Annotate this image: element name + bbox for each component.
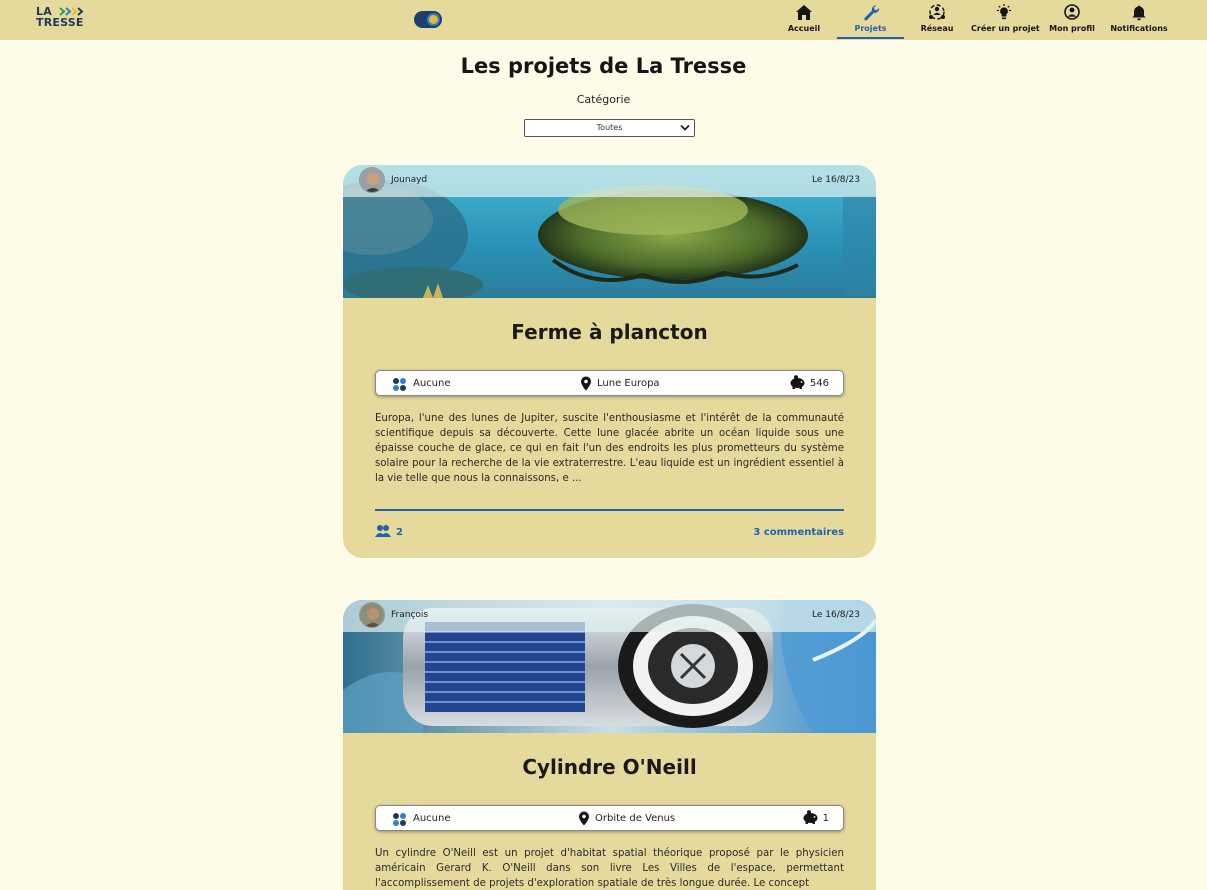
la-tresse-logo[interactable]: LA TRESSE (36, 6, 92, 30)
nav-label: Réseau (920, 24, 954, 33)
project-title[interactable]: Ferme à plancton (343, 320, 876, 344)
members-count: 2 (396, 527, 403, 538)
location-value: Orbite de Venus (595, 813, 676, 824)
home-icon (796, 5, 812, 20)
comments-link[interactable]: 3 commentaires (753, 527, 844, 538)
project-members[interactable]: 2 (375, 525, 403, 538)
piggy-bank-icon (803, 809, 818, 824)
category-dots-icon (393, 378, 406, 391)
nav-label: Créer un projet (971, 24, 1040, 33)
lightbulb-icon (997, 4, 1011, 20)
project-title[interactable]: Cylindre O'Neill (343, 755, 876, 779)
card-header: François Le 16/8/23 (343, 600, 876, 632)
network-icon (929, 4, 945, 20)
chevron-down-icon (680, 124, 690, 131)
author-name[interactable]: Jounayd (391, 175, 427, 185)
nav-projets[interactable]: Projets (837, 0, 904, 40)
project-card[interactable]: Jounayd Le 16/8/23 Ferme à plancton Aucu… (343, 165, 876, 558)
project-description: Europa, l'une des lunes de Jupiter, susc… (375, 413, 844, 484)
bell-icon (1132, 5, 1146, 21)
nav-reseau[interactable]: Réseau (917, 0, 957, 40)
page-title: Les projets de La Tresse (460, 54, 747, 78)
card-header: Jounayd Le 16/8/23 (343, 165, 876, 197)
card-divider (375, 509, 844, 511)
category-dots-icon (393, 813, 406, 826)
theme-toggle[interactable] (414, 11, 442, 28)
project-date: Le 16/8/23 (812, 175, 860, 185)
author-name[interactable]: François (391, 610, 428, 620)
nav-creer-projet[interactable]: Créer un projet (971, 0, 1040, 40)
people-icon (375, 525, 391, 537)
project-funding: 1 (802, 809, 829, 827)
project-info-bar: Aucune Orbite de Venus 1 (375, 805, 844, 831)
location-pin-icon (579, 811, 589, 826)
location-pin-icon (581, 376, 591, 391)
logo-arrows-icon (59, 7, 84, 16)
location-value: Lune Europa (597, 378, 660, 389)
project-funding: 546 (789, 374, 829, 392)
nav-label: Mon profil (1049, 24, 1095, 33)
category-value: Aucune (413, 378, 451, 389)
wrench-icon (863, 5, 879, 21)
nav-label: Projets (854, 24, 887, 33)
nav-label: Notifications (1110, 24, 1168, 33)
avatar[interactable] (359, 167, 385, 193)
nav-notifications[interactable]: Notifications (1109, 0, 1169, 40)
project-card[interactable]: François Le 16/8/23 Cylindre O'Neill Auc… (343, 600, 876, 890)
nav-mon-profil[interactable]: Mon profil (1048, 0, 1096, 40)
category-label: Catégorie (576, 93, 631, 106)
project-description: Un cylindre O'Neill est un projet d'habi… (375, 848, 844, 889)
project-info-bar: Aucune Lune Europa 546 (375, 370, 844, 396)
nav-label: Accueil (787, 24, 821, 33)
funding-value: 546 (809, 378, 829, 389)
nav-accueil[interactable]: Accueil (782, 0, 826, 40)
category-select[interactable]: Toutes (524, 119, 695, 137)
funding-value: 1 (822, 813, 829, 824)
sun-icon (427, 13, 440, 26)
top-navbar: LA TRESSE Accueil Projets Réseau Créer u… (0, 0, 1207, 40)
profile-icon (1064, 4, 1080, 20)
category-value: Aucune (413, 813, 451, 824)
avatar[interactable] (359, 602, 385, 628)
piggy-bank-icon (790, 374, 805, 389)
logo-text-line2: TRESSE (36, 16, 84, 29)
category-selected-value: Toutes (596, 123, 623, 132)
project-date: Le 16/8/23 (812, 610, 860, 620)
